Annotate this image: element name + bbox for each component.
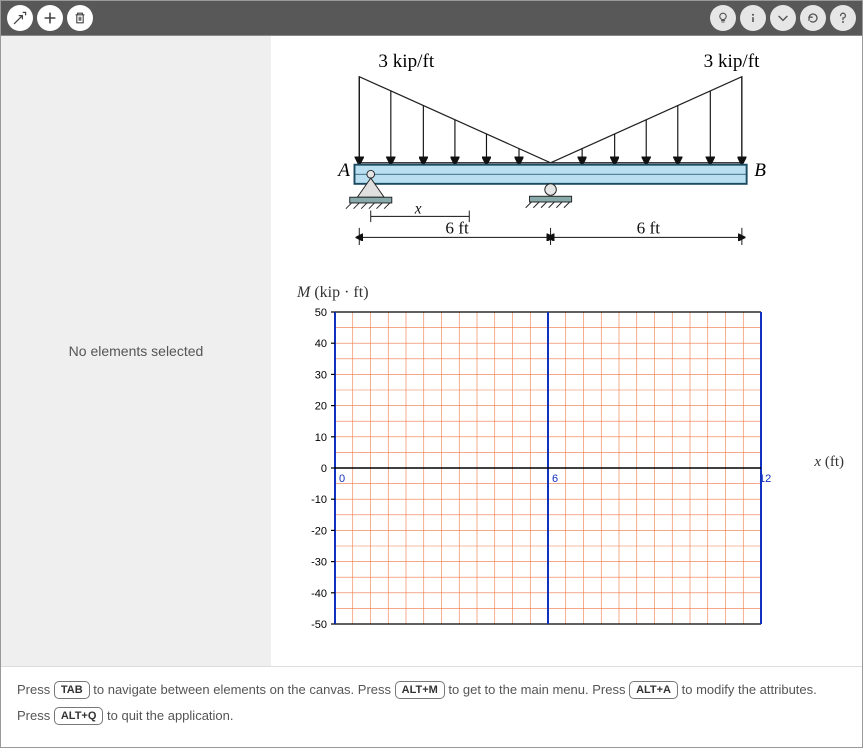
span-dimensions: 6 ft 6 ft [359, 219, 742, 245]
roller-support [526, 184, 572, 208]
svg-text:50: 50 [315, 307, 327, 319]
toolbar [1, 1, 862, 35]
expand-button[interactable] [770, 5, 796, 31]
svg-text:30: 30 [315, 369, 327, 381]
help-button[interactable] [830, 5, 856, 31]
svg-text:20: 20 [315, 401, 327, 413]
load-arrows [359, 77, 742, 161]
svg-text:0: 0 [339, 473, 345, 485]
delete-button[interactable] [67, 5, 93, 31]
svg-text:-30: -30 [311, 557, 327, 569]
vector-tool-button[interactable] [7, 5, 33, 31]
hint-text: Press [17, 682, 54, 697]
hint-bulb-button[interactable] [710, 5, 736, 31]
svg-text:-40: -40 [311, 588, 327, 600]
sidebar-panel: No elements selected [1, 36, 271, 666]
label-B: B [754, 160, 766, 181]
add-button[interactable] [37, 5, 63, 31]
svg-text:-10: -10 [311, 494, 327, 506]
load-right-label: 3 kip/ft [704, 51, 760, 72]
chart-x-axis-title: x (ft) [814, 454, 844, 471]
svg-text:-20: -20 [311, 525, 327, 537]
app-frame: No elements selected 3 kip/ft 3 kip/ft [0, 0, 863, 748]
label-A: A [336, 160, 350, 181]
svg-text:-50: -50 [311, 619, 327, 631]
svg-text:6: 6 [552, 473, 558, 485]
keyboard-hints: Press TAB to navigate between elements o… [1, 666, 862, 747]
chart-grid[interactable]: -50 -40 -30 -20 -10 0 10 20 30 40 50 0 6 12 [291, 306, 791, 636]
svg-text:0: 0 [321, 463, 327, 475]
kbd-altm: ALT+M [395, 681, 445, 699]
kbd-alta: ALT+A [629, 681, 678, 699]
moment-chart: M (kip · ft) -50 -40 -30 -20 -10 0 10 20 30 40 50 0… [291, 284, 838, 636]
svg-text:6 ft: 6 ft [445, 219, 469, 238]
kbd-tab: TAB [54, 681, 90, 699]
svg-text:x: x [414, 200, 422, 217]
sidebar-empty-message: No elements selected [69, 343, 204, 359]
workspace: No elements selected 3 kip/ft 3 kip/ft [1, 35, 862, 666]
reload-button[interactable] [800, 5, 826, 31]
svg-text:6 ft: 6 ft [637, 219, 661, 238]
svg-text:12: 12 [759, 473, 771, 485]
svg-text:10: 10 [315, 432, 327, 444]
kbd-altq: ALT+Q [54, 707, 104, 725]
canvas-area[interactable]: 3 kip/ft 3 kip/ft [271, 36, 862, 666]
info-button[interactable] [740, 5, 766, 31]
chart-y-axis-title: M (kip · ft) [297, 284, 838, 302]
load-left-label: 3 kip/ft [378, 51, 434, 72]
svg-text:40: 40 [315, 338, 327, 350]
beam-load-diagram: 3 kip/ft 3 kip/ft [291, 48, 838, 278]
